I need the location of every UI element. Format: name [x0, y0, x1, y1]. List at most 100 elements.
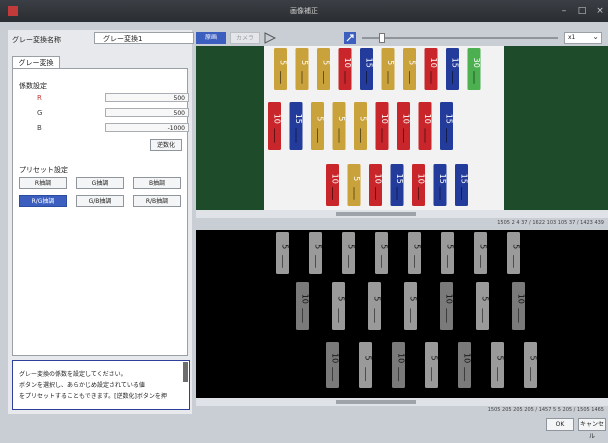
converted-image-view[interactable]: 5 5 5 5 5 5 5 5 10 5 5 5 10 5 10 10 5 10 5 10 5 5	[196, 230, 608, 398]
bottom-horizontal-scrollbar[interactable]	[196, 398, 608, 406]
fuse: 10	[512, 282, 526, 330]
fuse-body	[474, 232, 487, 274]
fuse-body	[375, 232, 388, 274]
fuse: 10	[326, 164, 340, 206]
fuse-label: 5	[279, 60, 288, 65]
bottom-scroll-thumb[interactable]	[336, 400, 416, 404]
fuse: 5	[404, 282, 418, 330]
fuse-label: 10	[402, 114, 411, 124]
preset-rg-button[interactable]: R/G抽調	[19, 195, 67, 207]
fuse: 10	[418, 102, 432, 150]
fuse-label: 5	[316, 116, 325, 121]
fuse: 5	[276, 232, 290, 274]
zoom-slider-thumb[interactable]	[378, 33, 385, 43]
maximize-button[interactable]: □	[574, 4, 590, 18]
fuse: 5	[317, 48, 331, 90]
fuse-label: 5	[409, 296, 418, 301]
fuse: 10	[440, 282, 454, 330]
fuse-label: 5	[446, 244, 455, 249]
fuse: 5	[295, 48, 309, 90]
fuse-label: 10	[343, 58, 352, 68]
conversion-name-label: グレー変換名称	[12, 36, 61, 44]
fuse-body	[342, 232, 355, 274]
dialog-button-bar: OK キャンセル	[0, 414, 608, 440]
fuse-label: 15	[460, 174, 469, 184]
fuse-label: 5	[281, 244, 290, 249]
fit-icon[interactable]	[344, 32, 356, 44]
fuse-label: 5	[529, 356, 538, 361]
fuse: 5	[359, 342, 373, 388]
help-line: ボタンを選択し、あらかじめ設定されている値	[19, 382, 145, 389]
preset-g-button[interactable]: G抽調	[76, 177, 124, 189]
fuse: 5	[425, 342, 439, 388]
fuse: 5	[368, 282, 382, 330]
fuse-label: 10	[429, 58, 438, 68]
help-scrollbar[interactable]	[183, 362, 188, 382]
fuse-label: 15	[365, 58, 374, 68]
window-title: 画像補正	[290, 7, 318, 15]
fuse-label: 10	[301, 294, 310, 304]
close-button[interactable]: ×	[592, 4, 608, 18]
fuse-label: 5	[479, 244, 488, 249]
play-icon[interactable]	[264, 32, 276, 44]
coef-b-input[interactable]: -1000	[105, 123, 189, 132]
fuse: 5	[274, 48, 288, 90]
original-button[interactable]: 原画	[196, 32, 226, 44]
fuse-label: 10	[374, 174, 383, 184]
fuse: 10	[397, 102, 411, 150]
fuse-label: 15	[395, 174, 404, 184]
camera-button[interactable]: カメラ	[230, 32, 260, 44]
help-line: グレー変換の係数を設定してください。	[19, 371, 127, 378]
fuse: 15	[433, 164, 447, 206]
fuse: 5	[408, 232, 422, 274]
help-line: をプリセットすることもできます。[逆数化]ボタンを押	[19, 393, 167, 400]
coef-g-label: G	[37, 109, 43, 117]
fuse-label: 5	[364, 356, 373, 361]
coef-g-input[interactable]: 500	[105, 108, 189, 117]
fuse: 5	[347, 164, 361, 206]
zoom-slider-track[interactable]	[362, 37, 558, 39]
fuse-label: 5	[512, 244, 521, 249]
top-scroll-thumb[interactable]	[336, 212, 416, 216]
fuse-label: 5	[314, 244, 323, 249]
fuse: 10	[338, 48, 352, 90]
coef-r-input[interactable]: 500	[105, 93, 189, 102]
fuse-label: 5	[380, 244, 389, 249]
fuse-label: 10	[423, 114, 432, 124]
viewer-toolbar: 原画 カメラ x1 ⌄	[196, 30, 608, 46]
conversion-name-input[interactable]: グレー変換1	[94, 32, 194, 44]
fuse: 5	[332, 102, 346, 150]
fuse-label: 10	[463, 353, 472, 363]
fuse-label: 5	[347, 244, 356, 249]
fuse-label: 10	[517, 294, 526, 304]
fuse-label: 5	[300, 60, 309, 65]
preset-rb-button[interactable]: R/B抽調	[133, 195, 181, 207]
fuse-label: 5	[408, 60, 417, 65]
preset-r-button[interactable]: R抽調	[19, 177, 67, 189]
ok-button[interactable]: OK	[546, 418, 574, 431]
fuse-label: 10	[397, 353, 406, 363]
fuse: 5	[309, 232, 323, 274]
fuse-label: 15	[438, 174, 447, 184]
invert-button[interactable]: 逆数化	[150, 139, 182, 151]
fuse-body	[276, 232, 289, 274]
preset-b-button[interactable]: B抽調	[133, 177, 181, 189]
fuse-label: 10	[331, 174, 340, 184]
fuse-body	[507, 232, 520, 274]
fuse: 10	[424, 48, 438, 90]
fuse-label: 15	[294, 114, 303, 124]
fuse: 15	[360, 48, 374, 90]
preset-gb-button[interactable]: G/B抽調	[76, 195, 124, 207]
fuse: 5	[476, 282, 490, 330]
fuse: 5	[332, 282, 346, 330]
original-image-view[interactable]: 5 5 5 10 15 5 5 10 15 30 10 15 5 5 5 10 10 10 15 10 5 10 15 10 1…	[196, 46, 608, 210]
cancel-button[interactable]: キャンセル	[578, 418, 606, 440]
fuse: 15	[390, 164, 404, 206]
zoom-select[interactable]: x1 ⌄	[564, 32, 602, 44]
fuse: 10	[369, 164, 383, 206]
fuse: 5	[342, 232, 356, 274]
minimize-button[interactable]: –	[556, 4, 572, 18]
top-horizontal-scrollbar[interactable]	[196, 210, 608, 218]
fuse: 5	[441, 232, 455, 274]
zoom-value: x1	[568, 34, 576, 41]
